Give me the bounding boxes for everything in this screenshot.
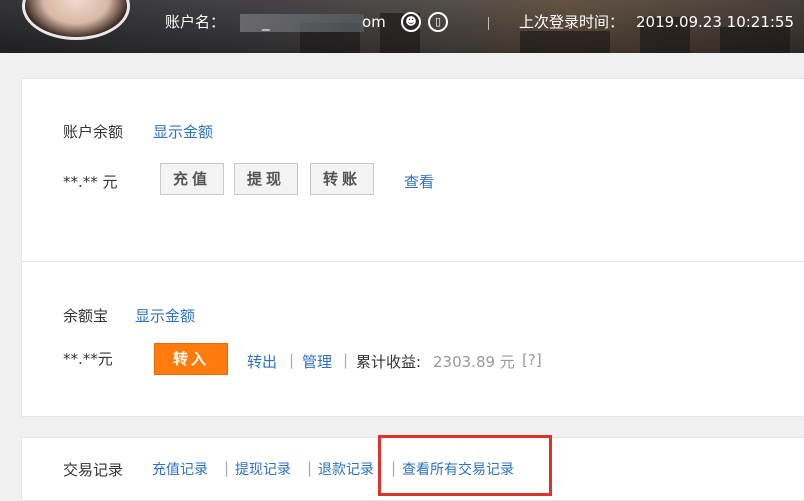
refund-records-link[interactable]: 退款记录 bbox=[318, 459, 374, 479]
balance-amount: **.** 元 bbox=[63, 173, 118, 191]
account-name-suffix: om bbox=[362, 13, 386, 31]
view-balance-link[interactable]: 查看 bbox=[404, 171, 434, 192]
show-balance-link[interactable]: 显示金额 bbox=[153, 121, 213, 142]
account-name-label: 账户名： bbox=[165, 13, 226, 31]
user-circle-icon[interactable]: ☻ bbox=[401, 12, 421, 32]
skyline-building bbox=[520, 31, 610, 53]
manage-link[interactable]: 管理 bbox=[302, 351, 332, 372]
separator: | bbox=[224, 459, 230, 477]
header-divider bbox=[488, 17, 489, 30]
last-login-label: 上次登录时间： bbox=[519, 13, 625, 31]
separator: | bbox=[307, 459, 313, 477]
show-yuebao-link[interactable]: 显示金额 bbox=[135, 305, 195, 326]
earnings-value: 2303.89 元 bbox=[433, 353, 515, 371]
transfer-button[interactable]: 转账 bbox=[310, 163, 374, 195]
balance-title: 账户余额 bbox=[63, 123, 124, 141]
yuebao-title: 余额宝 bbox=[63, 307, 109, 325]
last-login-time: 2019.09.23 10:21:55 bbox=[636, 13, 795, 31]
transfer-out-link[interactable]: 转出 bbox=[247, 351, 277, 372]
account-name-prefix: _ bbox=[262, 13, 270, 31]
highlight-annotation-box bbox=[378, 435, 552, 496]
withdraw-button[interactable]: 提现 bbox=[234, 163, 298, 195]
trade-records-title: 交易记录 bbox=[63, 461, 124, 479]
recharge-records-link[interactable]: 充值记录 bbox=[152, 459, 208, 479]
transfer-in-button[interactable]: 转入 bbox=[154, 343, 228, 375]
separator: | bbox=[343, 351, 349, 369]
separator: | bbox=[289, 351, 295, 369]
account-header: 账户名： _ om ☻ ▯ 上次登录时间： 2019.09.23 10:21:5… bbox=[0, 0, 804, 53]
earnings-label: 累计收益: bbox=[356, 353, 422, 371]
yuebao-amount: **.**元 bbox=[63, 350, 113, 368]
yuebao-panel: 余额宝 显示金额 **.**元 转入 转出 | 管理 | 累计收益: 2303.… bbox=[21, 261, 804, 417]
earnings-help-link[interactable]: [?] bbox=[522, 351, 542, 369]
recharge-button[interactable]: 充值 bbox=[160, 163, 224, 195]
account-balance-panel: 账户余额 显示金额 **.** 元 充值 提现 转账 查看 bbox=[21, 78, 804, 261]
withdraw-records-link[interactable]: 提现记录 bbox=[235, 459, 291, 479]
account-name-masked bbox=[240, 14, 364, 32]
phone-icon[interactable]: ▯ bbox=[428, 12, 448, 32]
